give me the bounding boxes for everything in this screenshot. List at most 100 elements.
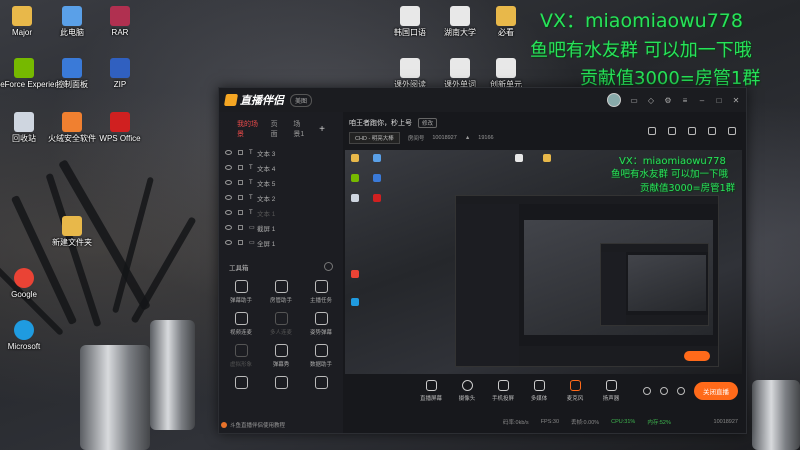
camera-button[interactable]: 摄像头 [449,380,485,402]
lock-icon[interactable] [238,240,243,245]
preview-overlay-text: 贡献值3000=房管1群 [640,183,736,194]
eye-icon[interactable] [225,150,232,155]
tool-multi-link[interactable]: 多人连麦 [261,312,301,336]
source-item[interactable]: T 文本 1 [225,205,337,220]
tab-scene-1[interactable]: 场景1 [293,119,307,139]
live-icon [234,376,248,389]
folder-icon [62,216,82,236]
app-badge[interactable]: 美图 [290,93,313,107]
maximize-icon[interactable]: □ [715,96,723,105]
lock-icon[interactable] [238,150,243,155]
folder-icon [12,6,32,26]
lock-icon[interactable] [238,165,243,170]
add-scene-icon[interactable]: + [319,124,325,135]
eye-icon[interactable] [225,180,232,185]
document-icon [400,6,420,26]
source-item[interactable]: ▭ 截屏 1 [225,220,337,235]
desktop-icon-wps[interactable]: WPS Office [90,112,150,144]
tool-data[interactable]: 数据助手 [301,344,341,368]
stop-live-button[interactable]: 关闭直播 [694,382,738,400]
scene-tabs: 我的场景 页面 场景1 + [219,112,343,145]
gift-icon [314,376,328,389]
avatar[interactable] [607,93,621,107]
download-icon [274,312,288,325]
wallpaper-brush [130,216,197,324]
bitrate: 码率:0kb/s [503,420,529,426]
desktop-icon-innovation[interactable]: 创新单元 [476,58,536,90]
notice-icon [221,422,227,428]
screenshot-icon[interactable] [648,127,656,135]
room-id: 10018927 [432,135,457,141]
desktop-icon-zip[interactable]: ZIP [90,58,150,90]
tool-danmaku-show[interactable]: 弹幕秀 [261,344,301,368]
left-panel: 我的场景 页面 场景1 + T 文本 3 T 文本 4 T 文本 5 T 文本 2 T文… [219,112,343,433]
microphone-button[interactable]: 麦克风 [557,380,593,402]
source-item[interactable]: T 文本 3 [225,145,337,160]
desktop-icon-new-folder[interactable]: 新建文件夹 [42,216,102,248]
tool-danmaku[interactable]: 弹幕助手 [221,280,261,304]
share-icon[interactable] [728,127,736,135]
eye-icon[interactable] [225,210,232,215]
tool-avatar[interactable]: 虚拟形象 [221,344,261,368]
eye-icon[interactable] [225,195,232,200]
streaming-app-window: 直播伴侣 美图 ▭ ◇ ⚙ ≡ – □ ✕ 我的场景 页面 场景1 + T 文本 … [218,87,747,434]
eye-icon[interactable] [225,165,232,170]
archive-icon [110,6,130,26]
control-panel-icon [62,58,82,78]
stream-title: 咱王者跑你，秒上号 [349,120,412,127]
lock-icon[interactable] [238,195,243,200]
shirt-icon[interactable]: ◇ [647,96,655,105]
status-bar: 码率:0kb/s FPS:30 丢帧:0.00% CPU:31% 内存:52% … [343,411,746,433]
stream-preview[interactable]: VX：miaomiaowu778 鱼吧有水友群 可以加一下哦 贡献值3000=房… [345,150,742,374]
phone-cast-button[interactable]: 手机投屏 [485,380,521,402]
desktop-icon-must-see[interactable]: 必看 [476,6,536,38]
tool-pose-danmaku[interactable]: 姿势弹幕 [301,312,341,336]
close-icon[interactable]: ✕ [732,96,740,105]
main-panel: 咱王者跑你，秒上号 修改 CHD - 明亮大棒 房间号 10018927 ▲ 1… [343,112,746,433]
lock-icon[interactable] [238,180,243,185]
lock-icon[interactable] [238,225,243,230]
gift-icon[interactable] [688,127,696,135]
tab-my-scenes[interactable]: 我的场景 [237,119,259,139]
settings-icon[interactable] [677,387,685,395]
source-item[interactable]: T 文本 5 [225,175,337,190]
camera-icon [461,380,473,391]
lock-icon[interactable] [238,210,243,215]
settings-icon[interactable]: ⚙ [664,96,672,105]
tool-tasks[interactable]: 主播任务 [301,280,341,304]
edit-title-button[interactable]: 修改 [418,118,438,128]
message-icon[interactable]: ▭ [630,96,638,105]
more-icon[interactable] [324,262,333,271]
preview-thumb [373,194,381,202]
toolbox-header: 工具箱 [219,256,343,276]
media-button[interactable]: 多媒体 [521,380,557,402]
desktop-icon-google[interactable]: Google [0,268,54,300]
eye-icon[interactable] [225,240,232,245]
tool-extra-3[interactable] [301,376,341,392]
source-item[interactable]: T 文本 2 [225,190,337,205]
eye-icon[interactable] [660,387,668,395]
record-icon[interactable] [643,387,651,395]
minimize-icon[interactable]: – [698,96,706,105]
speaker-button[interactable]: 扬声器 [593,380,629,402]
menu-icon[interactable]: ≡ [681,96,689,105]
tool-video-link[interactable]: 视频连麦 [221,312,261,336]
desktop-icon-rar[interactable]: RAR [90,6,150,38]
tab-page[interactable]: 页面 [271,119,282,139]
eye-icon[interactable] [225,225,232,230]
tutorial-notice[interactable]: 斗鱼直播伴侣使用教程 [221,421,285,429]
desktop-icon-microsoft[interactable]: Microsoft [0,320,54,352]
bell-icon[interactable] [708,127,716,135]
record-icon[interactable] [668,127,676,135]
tool-room-admin[interactable]: 房管助手 [261,280,301,304]
source-item[interactable]: T 文本 4 [225,160,337,175]
tool-extra-1[interactable] [221,376,261,392]
show-icon [274,344,288,357]
mic-icon [234,312,248,325]
tool-extra-2[interactable] [261,376,301,392]
preview-thumb [351,154,359,162]
geforce-icon [14,58,34,78]
source-item[interactable]: ▭ 全屏 1 [225,235,337,250]
screen-capture-button[interactable]: 直播屏幕 [413,380,449,402]
quality-select[interactable]: CHD - 明亮大棒 [349,132,400,144]
